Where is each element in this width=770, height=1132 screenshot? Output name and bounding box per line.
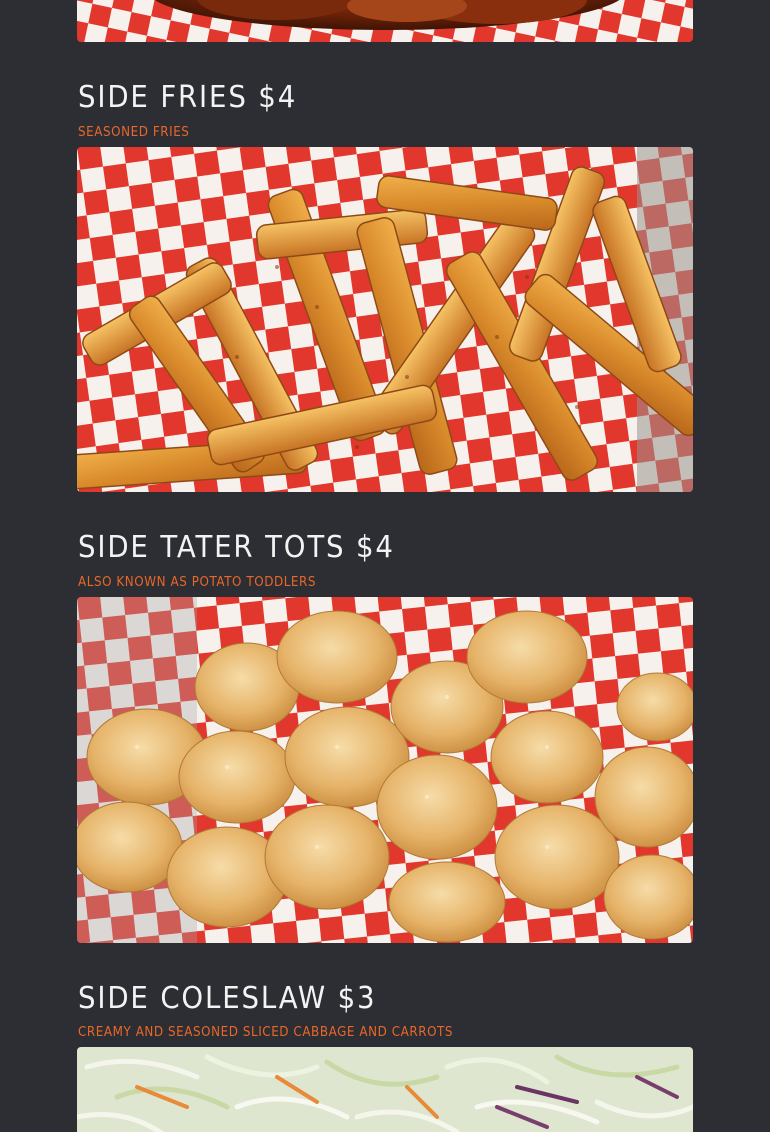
item-title-tater-tots: SIDE TATER TOTS $4 — [78, 530, 395, 565]
fries-photo — [77, 147, 693, 492]
item-title-fries: SIDE FRIES $4 — [78, 80, 298, 115]
item-description-tater-tots: ALSO KNOWN AS POTATO TODDLERS — [78, 575, 317, 590]
item-description-fries: SEASONED FRIES — [78, 125, 190, 140]
item-title-coleslaw: SIDE COLESLAW $3 — [78, 981, 377, 1016]
item-description-coleslaw: CREAMY AND SEASONED SLICED CABBAGE AND C… — [78, 1025, 454, 1040]
coleslaw-photo — [77, 1047, 693, 1132]
menu-page: SIDE FRIES $4 SEASONED FRIES SIDE TATER … — [0, 0, 770, 1132]
previous-item-photo — [77, 0, 693, 42]
tater-tots-photo — [77, 597, 693, 943]
